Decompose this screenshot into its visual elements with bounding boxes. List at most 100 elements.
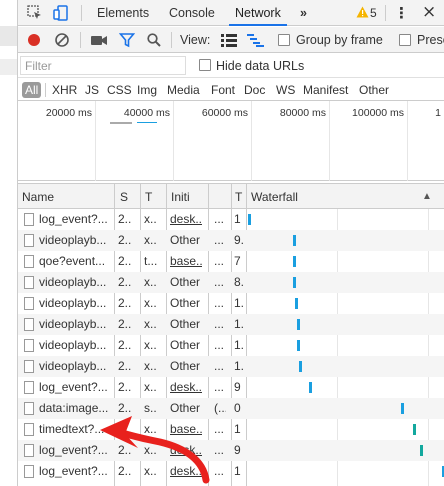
cell-name[interactable]: videoplayb...: [39, 335, 114, 356]
cell-time: 1.: [234, 317, 245, 331]
cell-status: 2...: [118, 212, 131, 226]
column-waterfall[interactable]: Waterfall: [251, 184, 331, 210]
type-filter-doc[interactable]: Doc: [244, 82, 265, 98]
file-icon: [24, 444, 34, 457]
tab-console[interactable]: Console: [163, 0, 221, 26]
table-row[interactable]: log_event?... 2... x... desk...... 1: [18, 209, 444, 230]
column-name[interactable]: Name: [22, 184, 112, 210]
cell-status: 2...: [118, 338, 131, 352]
cell-initiator[interactable]: desk...: [170, 209, 202, 230]
search-icon[interactable]: [146, 32, 162, 51]
cell-name[interactable]: videoplayb...: [39, 356, 114, 377]
warning-icon[interactable]: [356, 6, 369, 21]
type-filter-font[interactable]: Font: [211, 82, 235, 98]
cell-name[interactable]: videoplayb...: [39, 293, 114, 314]
cell-name[interactable]: log_event?...: [39, 209, 114, 230]
cell-initiator[interactable]: base...: [170, 419, 202, 440]
table-row[interactable]: log_event?... 2... x... desk...... 9: [18, 440, 444, 461]
table-row[interactable]: log_event?... 2... x... desk...... 1: [18, 461, 444, 482]
cell-name[interactable]: log_event?...: [39, 377, 114, 398]
table-row[interactable]: data:image... 2... s... Other (... 0: [18, 398, 444, 419]
filter-funnel-icon[interactable]: [118, 32, 136, 51]
table-row[interactable]: timedtext?... 2... x... base...... 1: [18, 419, 444, 440]
cell-name[interactable]: qoe?event...: [39, 251, 114, 272]
type-filter-other[interactable]: Other: [359, 82, 389, 98]
cell-size: ...: [214, 338, 225, 352]
overview-tick: 1: [435, 107, 441, 119]
overview-waterfall-icon[interactable]: [247, 34, 265, 50]
cell-name[interactable]: videoplayb...: [39, 314, 114, 335]
preserve-log-checkbox[interactable]: [399, 34, 411, 46]
filter-input[interactable]: Filter: [20, 56, 186, 75]
waterfall-bar: [413, 424, 416, 435]
column-time[interactable]: T: [235, 184, 245, 210]
screenshot-camera-icon[interactable]: [90, 33, 108, 50]
table-row[interactable]: log_event?... 2... x... desk...... 9: [18, 377, 444, 398]
type-filter-media[interactable]: Media: [167, 82, 200, 98]
device-toolbar-icon[interactable]: [52, 4, 70, 22]
overview-activity-bar: [137, 122, 157, 123]
cell-initiator[interactable]: base...: [170, 251, 202, 272]
more-tabs-button[interactable]: »: [294, 0, 313, 26]
file-icon: [24, 360, 34, 373]
record-icon[interactable]: [26, 32, 42, 51]
table-row[interactable]: videoplayb... 2... x... Other... 1.: [18, 335, 444, 356]
cell-status: 2...: [118, 401, 131, 415]
cell-time: 0: [234, 401, 241, 415]
cell-time: 1.: [234, 359, 245, 373]
cell-name[interactable]: timedtext?...: [39, 419, 114, 440]
cell-name[interactable]: log_event?...: [39, 440, 114, 461]
page-edge-highlight: [0, 26, 17, 46]
cell-name[interactable]: videoplayb...: [39, 272, 114, 293]
cell-initiator: Other: [170, 359, 201, 373]
cell-initiator: Other: [170, 317, 201, 331]
large-rows-icon[interactable]: [221, 34, 237, 50]
network-overview[interactable]: 20000 ms 40000 ms 60000 ms 80000 ms 1000…: [18, 101, 444, 181]
type-filter-all[interactable]: All: [22, 82, 42, 98]
type-filter-img[interactable]: Img: [137, 82, 157, 98]
type-filter-ws[interactable]: WS: [276, 82, 295, 98]
inspect-element-icon[interactable]: [26, 4, 44, 22]
cell-status: 2...: [118, 359, 131, 373]
type-filter-js[interactable]: JS: [85, 82, 99, 98]
cell-type: x...: [144, 338, 157, 352]
cell-name[interactable]: data:image...: [39, 398, 114, 419]
cell-status: 2...: [118, 380, 131, 394]
table-row[interactable]: qoe?event... 2... t... base...... 7: [18, 251, 444, 272]
close-devtools-icon[interactable]: ×: [422, 0, 436, 24]
table-row[interactable]: videoplayb... 2... x... Other... 1.: [18, 293, 444, 314]
cell-initiator[interactable]: desk...: [170, 440, 202, 461]
type-filter-xhr[interactable]: XHR: [52, 82, 77, 98]
group-by-frame-checkbox[interactable]: [278, 34, 290, 46]
cell-initiator: Other: [170, 401, 201, 415]
table-row[interactable]: videoplayb... 2... x... Other... 1.: [18, 356, 444, 377]
column-status[interactable]: S: [120, 184, 134, 210]
column-type[interactable]: T: [145, 184, 159, 210]
file-icon: [24, 381, 34, 394]
type-filter-manifest[interactable]: Manifest: [303, 82, 348, 98]
cell-initiator: Other: [170, 338, 201, 352]
page-edge-highlight-2: [0, 59, 17, 75]
hide-data-urls-checkbox[interactable]: [199, 59, 211, 71]
column-initiator[interactable]: Initi: [171, 184, 205, 210]
tab-elements[interactable]: Elements: [91, 0, 155, 26]
cell-initiator[interactable]: desk...: [170, 461, 202, 482]
requests-table-body: log_event?... 2... x... desk...... 1 videopla…: [18, 209, 444, 486]
clear-icon[interactable]: [54, 32, 70, 51]
cell-size: ...: [214, 422, 225, 436]
more-options-icon[interactable]: ⋮: [394, 0, 409, 26]
file-icon: [24, 255, 34, 268]
sort-ascending-icon[interactable]: ▲: [422, 184, 436, 210]
table-row[interactable]: videoplayb... 2... x... Other... 9.: [18, 230, 444, 251]
cell-status: 2...: [118, 254, 131, 268]
cell-name[interactable]: videoplayb...: [39, 230, 114, 251]
cell-initiator[interactable]: desk...: [170, 377, 202, 398]
file-icon: [24, 402, 34, 415]
table-row[interactable]: videoplayb... 2... x... Other... 1.: [18, 314, 444, 335]
tab-network[interactable]: Network: [229, 0, 287, 26]
column-size[interactable]: [215, 184, 231, 210]
cell-name[interactable]: log_event?...: [39, 461, 114, 482]
table-row[interactable]: videoplayb... 2... x... Other... 8.: [18, 272, 444, 293]
cell-type: x...: [144, 212, 157, 226]
type-filter-css[interactable]: CSS: [107, 82, 132, 98]
